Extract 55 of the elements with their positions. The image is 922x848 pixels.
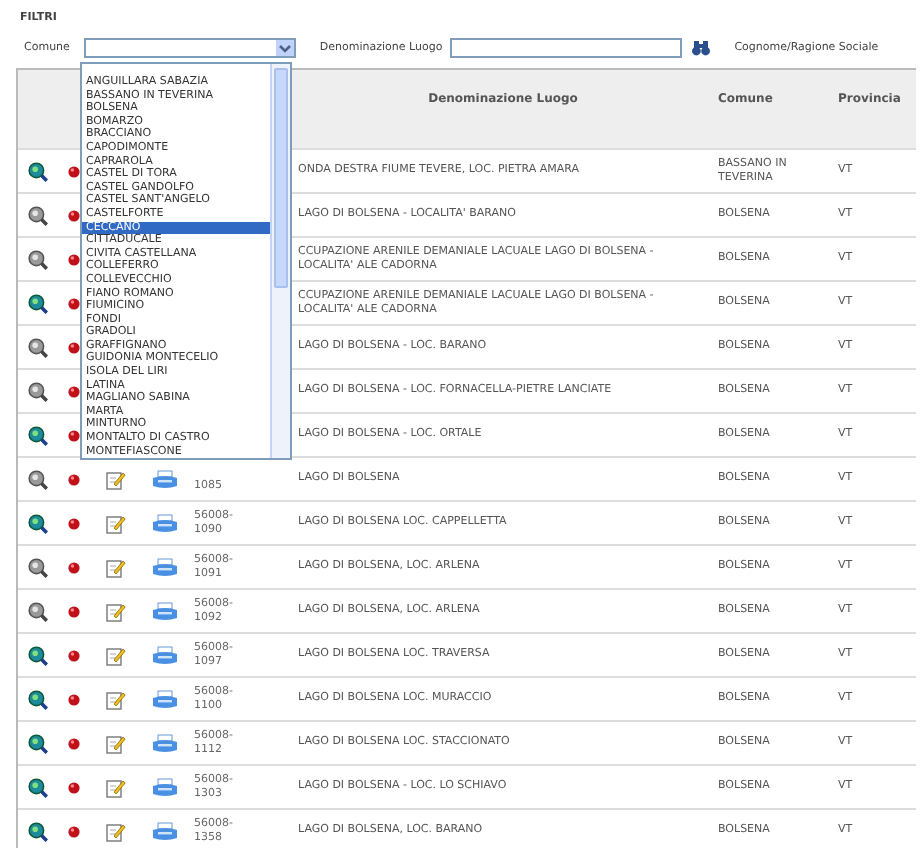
edit-icon[interactable] [105, 513, 125, 533]
status-dot-icon [68, 561, 80, 573]
status-dot-icon [68, 253, 80, 265]
status-dot-icon [68, 297, 80, 309]
status-dot-icon [68, 429, 80, 441]
magnifier-icon[interactable] [28, 601, 48, 621]
status-dot-icon [68, 693, 80, 705]
binoculars-icon[interactable] [692, 40, 711, 56]
magnifier-icon[interactable] [28, 337, 48, 357]
edit-icon[interactable] [105, 601, 125, 621]
magnifier-icon[interactable] [28, 249, 48, 269]
magnifier-icon[interactable] [28, 777, 48, 797]
status-dot-icon [68, 517, 80, 529]
edit-icon[interactable] [105, 689, 125, 709]
printer-icon[interactable] [152, 469, 178, 489]
magnifier-icon[interactable] [28, 645, 48, 665]
magnifier-icon[interactable] [28, 381, 48, 401]
status-dot-icon [68, 825, 80, 837]
magnifier-icon[interactable] [28, 293, 48, 313]
printer-icon[interactable] [152, 689, 178, 709]
status-dot-icon [68, 341, 80, 353]
edit-icon[interactable] [105, 777, 125, 797]
printer-icon[interactable] [152, 645, 178, 665]
status-dot-icon [68, 605, 80, 617]
status-dot-icon [68, 781, 80, 793]
caret-icon [275, 40, 294, 56]
status-dot-icon [68, 473, 80, 485]
status-dot-icon [68, 649, 80, 661]
edit-icon[interactable] [105, 469, 125, 489]
edit-icon[interactable] [105, 645, 125, 665]
magnifier-icon[interactable] [28, 513, 48, 533]
magnifier-icon[interactable] [28, 205, 48, 225]
magnifier-icon[interactable] [28, 821, 48, 841]
edit-icon[interactable] [105, 821, 125, 841]
magnifier-icon[interactable] [28, 425, 48, 445]
denominazione-field[interactable] [450, 38, 683, 58]
edit-icon[interactable] [105, 733, 125, 753]
magnifier-icon[interactable] [28, 557, 48, 577]
printer-icon[interactable] [152, 777, 178, 797]
printer-icon[interactable] [152, 557, 178, 577]
status-dot-icon [68, 385, 80, 397]
printer-icon[interactable] [152, 821, 178, 841]
comune-select[interactable] [83, 38, 296, 58]
printer-icon[interactable] [152, 513, 178, 533]
scrollbar-thumb[interactable] [274, 68, 288, 288]
magnifier-icon[interactable] [28, 469, 48, 489]
status-dot-icon [68, 165, 80, 177]
edit-icon[interactable] [105, 557, 125, 577]
printer-icon[interactable] [152, 733, 178, 753]
status-dot-icon [68, 209, 80, 221]
magnifier-icon[interactable] [28, 689, 48, 709]
printer-icon[interactable] [152, 601, 178, 621]
magnifier-icon[interactable] [28, 161, 48, 181]
status-dot-icon [68, 737, 80, 749]
magnifier-icon[interactable] [28, 733, 48, 753]
